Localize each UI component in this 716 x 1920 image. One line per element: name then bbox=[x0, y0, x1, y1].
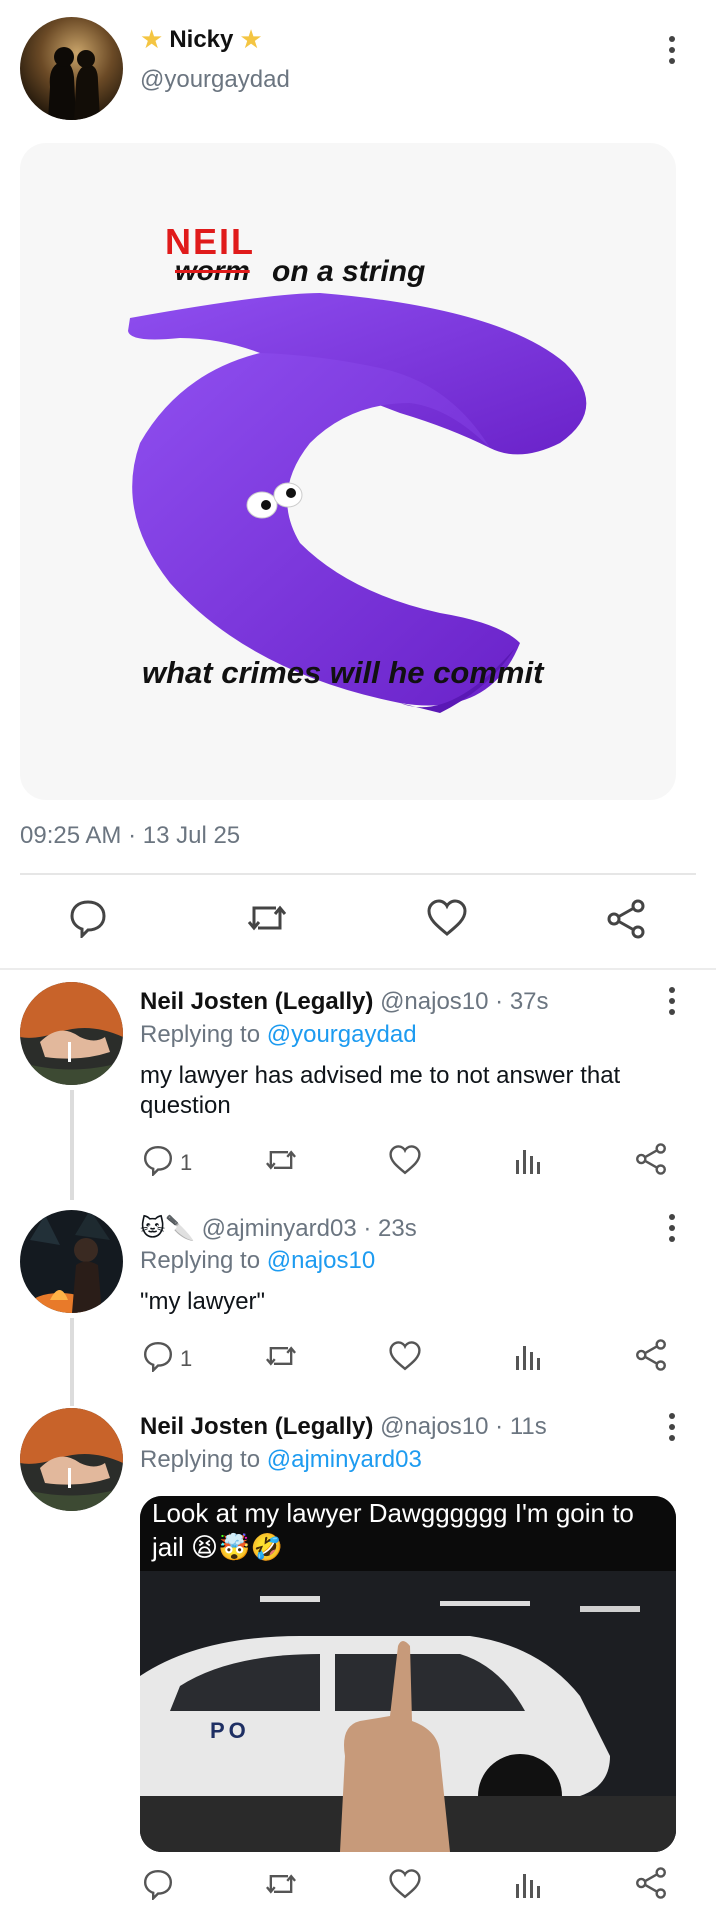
worm-illustration bbox=[128, 293, 587, 713]
star-icon: ★ bbox=[140, 24, 164, 54]
thread-line bbox=[70, 1090, 74, 1200]
replying-to-handle[interactable]: @yourgaydad bbox=[267, 1021, 417, 1048]
avatar[interactable] bbox=[20, 982, 123, 1085]
retweet-icon[interactable] bbox=[244, 898, 290, 943]
reply-text: "my lawyer" bbox=[140, 1288, 266, 1315]
image-caption: Look at my lawyer Dawgggggg I'm goin to … bbox=[152, 1498, 634, 1562]
tweet-timestamp: 09:25 AM · 13 Jul 25 bbox=[20, 822, 241, 849]
reply-time: · 23s bbox=[363, 1215, 417, 1242]
like-icon[interactable] bbox=[426, 898, 468, 943]
more-options-icon[interactable] bbox=[662, 36, 682, 64]
more-options-icon[interactable] bbox=[662, 1214, 682, 1242]
handle[interactable]: @najos10 bbox=[380, 1413, 488, 1440]
share-icon[interactable] bbox=[634, 1142, 668, 1181]
divider bbox=[20, 873, 696, 875]
like-icon[interactable] bbox=[388, 1144, 422, 1181]
retweet-icon[interactable] bbox=[263, 1868, 299, 1905]
thread-line bbox=[70, 1318, 74, 1406]
star-icon: ★ bbox=[239, 24, 263, 54]
struck-word: worm bbox=[175, 255, 250, 286]
share-icon[interactable] bbox=[634, 1338, 668, 1377]
views-icon[interactable] bbox=[514, 1144, 542, 1181]
reply-icon[interactable] bbox=[142, 1868, 174, 1905]
reply-button[interactable]: 1 bbox=[142, 1340, 192, 1378]
divider bbox=[0, 968, 716, 970]
share-icon[interactable] bbox=[605, 898, 647, 945]
retweet-icon[interactable] bbox=[263, 1144, 299, 1181]
replying-to-label: Replying to bbox=[140, 1247, 261, 1274]
reply-text: my lawyer has advised me to not answer t… bbox=[140, 1062, 621, 1119]
avatar[interactable] bbox=[20, 17, 123, 120]
reply-time: · 37s bbox=[495, 988, 549, 1015]
like-icon[interactable] bbox=[388, 1340, 422, 1377]
display-name[interactable]: 🐱🔪 bbox=[140, 1215, 195, 1242]
like-icon[interactable] bbox=[388, 1868, 422, 1905]
replying-to-handle[interactable]: @ajminyard03 bbox=[267, 1446, 422, 1473]
avatar[interactable] bbox=[20, 1408, 123, 1511]
more-options-icon[interactable] bbox=[662, 987, 682, 1015]
display-name[interactable]: Neil Josten (Legally) bbox=[140, 1413, 373, 1440]
police-car-text: PO bbox=[210, 1718, 250, 1743]
views-icon[interactable] bbox=[514, 1340, 542, 1377]
retweet-icon[interactable] bbox=[263, 1340, 299, 1377]
tweet-image[interactable]: NEIL worm on a string what crimes will h… bbox=[20, 143, 676, 800]
meme-title: on a string bbox=[272, 255, 426, 288]
replying-to-label: Replying to bbox=[140, 1446, 261, 1473]
reply-count: 1 bbox=[180, 1150, 193, 1175]
reply-image[interactable]: PO Look at my lawyer Dawgggggg I'm goin … bbox=[140, 1496, 676, 1852]
meme-caption: what crimes will he commit bbox=[142, 655, 544, 690]
display-name[interactable]: Nicky bbox=[169, 26, 233, 54]
reply-count: 1 bbox=[180, 1346, 193, 1371]
handle[interactable]: @najos10 bbox=[380, 988, 488, 1015]
views-icon[interactable] bbox=[514, 1868, 542, 1905]
avatar[interactable] bbox=[20, 1210, 123, 1313]
share-icon[interactable] bbox=[634, 1866, 668, 1905]
handle[interactable]: @yourgaydad bbox=[140, 66, 290, 94]
more-options-icon[interactable] bbox=[662, 1413, 682, 1441]
reply-icon[interactable] bbox=[68, 898, 108, 943]
reply-icon bbox=[142, 1144, 174, 1182]
display-name[interactable]: Neil Josten (Legally) bbox=[140, 988, 373, 1015]
reply-icon bbox=[142, 1340, 174, 1378]
replying-to-label: Replying to bbox=[140, 1021, 261, 1048]
reply-button[interactable]: 1 bbox=[142, 1144, 192, 1182]
reply-time: · 11s bbox=[495, 1413, 547, 1440]
replying-to-handle[interactable]: @najos10 bbox=[267, 1247, 375, 1274]
handle[interactable]: @ajminyard03 bbox=[202, 1215, 357, 1242]
